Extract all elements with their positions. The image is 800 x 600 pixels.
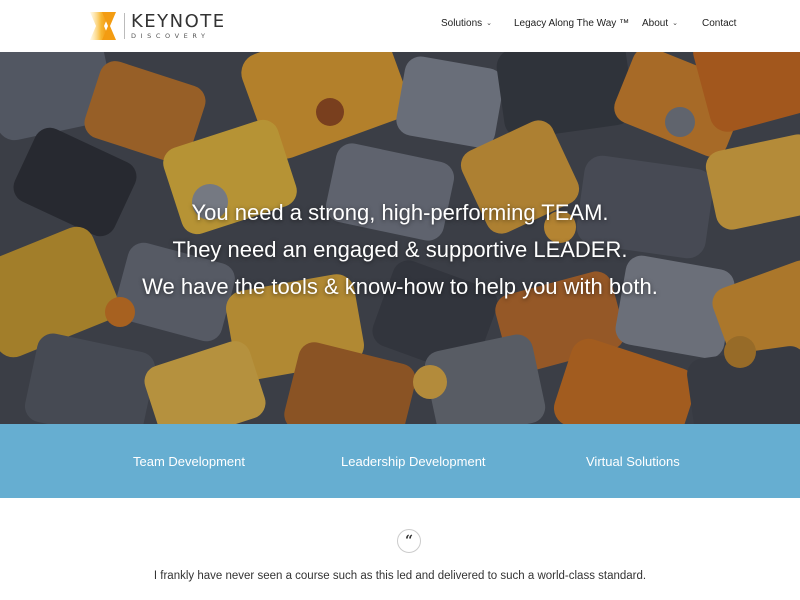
hero-line-tools: We have the tools & know-how to help you… (142, 274, 658, 299)
nav-item-contact[interactable]: Contact (702, 18, 736, 29)
chevron-down-icon: ⌄ (672, 19, 679, 27)
nav-item-label: Solutions (441, 18, 483, 29)
hero-line-team: You need a strong, high-performing TEAM. (191, 200, 609, 225)
hero-headline: You need a strong, high-performing TEAM.… (0, 194, 800, 305)
solutions-band: Team Development Leadership Development … (0, 424, 800, 498)
leadership-development-link[interactable]: Leadership Development (341, 454, 486, 469)
nav-item-solutions[interactable]: Solutions ⌄ (441, 18, 492, 29)
nav-item-label: Legacy Along The Way ™ (514, 18, 630, 29)
hero-line-leader: They need an engaged & supportive LEADER… (172, 237, 628, 262)
chevron-down-icon: ⌄ (486, 19, 493, 27)
main-nav: Solutions ⌄ Legacy Along The Way ™ About… (0, 18, 800, 34)
nav-item-label: About (642, 18, 669, 29)
nav-item-legacy[interactable]: Legacy Along The Way ™ (514, 18, 629, 29)
testimonial-text: I frankly have never seen a course such … (153, 570, 647, 582)
nav-item-label: Contact (702, 18, 737, 29)
nav-item-about[interactable]: About ⌄ (642, 18, 678, 29)
site-header: KEYNOTE DISCOVERY Solutions ⌄ Legacy Alo… (0, 0, 800, 52)
team-development-link[interactable]: Team Development (133, 454, 245, 469)
hero-section: You need a strong, high-performing TEAM.… (0, 52, 800, 424)
quote-icon: “ (397, 529, 421, 553)
virtual-solutions-link[interactable]: Virtual Solutions (586, 454, 680, 469)
